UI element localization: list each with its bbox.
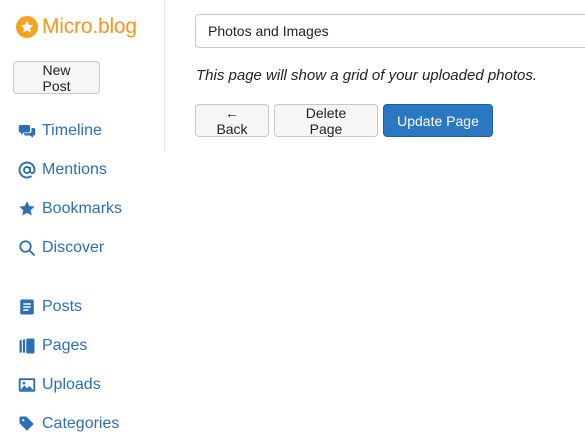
sidebar-item-categories[interactable]: Categories: [18, 413, 158, 435]
sidebar-item-timeline[interactable]: Timeline: [18, 120, 158, 142]
brand-name: Micro.blog: [42, 15, 137, 38]
sidebar-item-uploads[interactable]: Uploads: [18, 374, 158, 396]
sidebar-item-bookmarks[interactable]: Bookmarks: [18, 198, 158, 220]
document-icon: [18, 298, 36, 316]
sidebar-item-label: Mentions: [42, 161, 107, 178]
sidebar: Micro.blog New Post Timeline Mentions Bo…: [0, 0, 165, 441]
sidebar-item-label: Categories: [42, 415, 120, 432]
speech-bubbles-icon: [18, 122, 36, 140]
tag-icon: [18, 415, 36, 433]
star-icon: [16, 16, 38, 38]
sidebar-item-mentions[interactable]: Mentions: [18, 159, 158, 181]
delete-page-button[interactable]: Delete Page: [274, 104, 378, 137]
sidebar-item-label: Pages: [42, 337, 88, 354]
sidebar-item-label: Bookmarks: [42, 200, 123, 217]
image-icon: [18, 376, 36, 394]
book-icon: [18, 337, 36, 355]
page-description: This page will show a grid of your uploa…: [196, 67, 538, 84]
page-title-input[interactable]: [195, 14, 585, 48]
update-page-button[interactable]: Update Page: [383, 104, 493, 137]
sidebar-item-label: Timeline: [42, 122, 102, 139]
micro-blog-page-editor: Micro.blog New Post Timeline Mentions Bo…: [0, 0, 585, 441]
new-post-button[interactable]: New Post: [13, 61, 100, 94]
sidebar-item-discover[interactable]: Discover: [18, 237, 158, 259]
sidebar-item-posts[interactable]: Posts: [18, 296, 158, 318]
back-button[interactable]: ← Back: [195, 104, 269, 137]
star-icon: [18, 200, 36, 218]
brand-link[interactable]: Micro.blog: [16, 13, 137, 41]
at-sign-icon: [18, 161, 36, 179]
page-actions: ← Back Delete Page Update Page: [195, 104, 493, 137]
sidebar-item-label: Discover: [42, 239, 105, 256]
sidebar-item-label: Posts: [42, 298, 83, 315]
sidebar-item-pages[interactable]: Pages: [18, 335, 158, 357]
sidebar-divider: [164, 0, 165, 152]
sidebar-item-label: Uploads: [42, 376, 101, 393]
search-icon: [18, 239, 36, 257]
